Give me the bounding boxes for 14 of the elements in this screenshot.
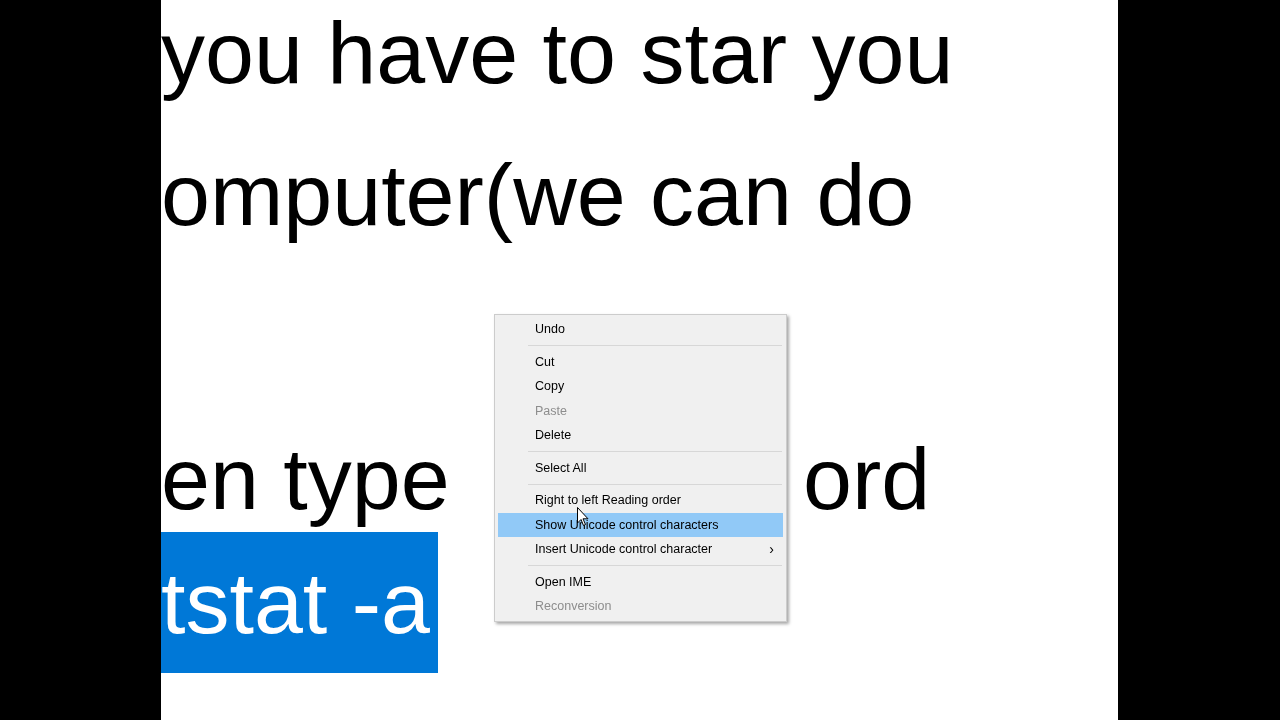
menu-item[interactable]: Select All xyxy=(498,455,783,480)
document-text: en type xyxy=(161,428,450,531)
menu-item[interactable]: Undo xyxy=(498,317,783,342)
menu-item[interactable]: Show Unicode control characters xyxy=(498,512,783,537)
menu-item[interactable]: Right to left Reading order xyxy=(498,488,783,513)
menu-item[interactable]: Insert Unicode control character › xyxy=(498,537,783,562)
menu-item[interactable]: Copy xyxy=(498,374,783,399)
menu-item[interactable]: Delete xyxy=(498,423,783,448)
document-text: omputer(we can do xyxy=(161,144,915,247)
document-text: you have to star you xyxy=(161,2,954,105)
document-text: ord xyxy=(803,428,931,531)
menu-item[interactable]: Cut xyxy=(498,349,783,374)
menu-item[interactable]: Open IME xyxy=(498,569,783,594)
selected-text: tstat -a xyxy=(161,532,438,673)
